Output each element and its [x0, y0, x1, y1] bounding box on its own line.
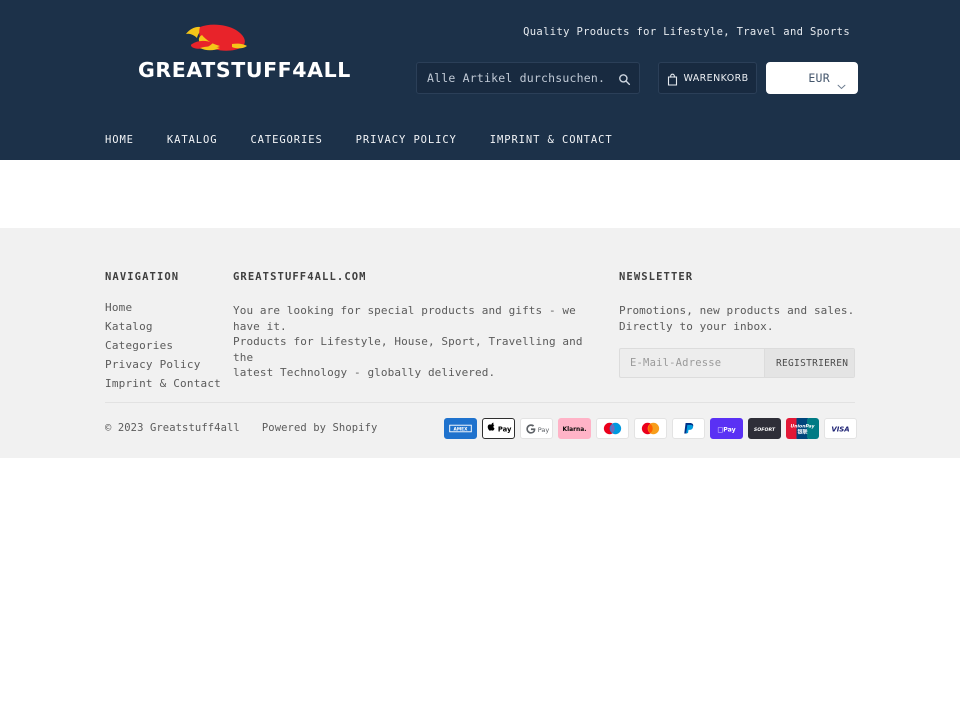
american-express-icon: AMEX [444, 418, 477, 439]
shop-pay-icon: □Pay [710, 418, 743, 439]
nav-item-categories[interactable]: CATEGORIES [250, 134, 322, 146]
footer-newsletter-column: NEWSLETTER Promotions, new products and … [619, 271, 859, 378]
search-box[interactable] [416, 62, 640, 94]
footer-link-home[interactable]: Home [105, 301, 225, 314]
powered-by-shopify-link[interactable]: Powered by Shopify [262, 422, 378, 434]
nav-item-katalog[interactable]: KATALOG [167, 134, 218, 146]
footer-link-imprint-contact[interactable]: Imprint & Contact [105, 377, 225, 390]
apple-pay-icon: Pay [482, 418, 515, 439]
svg-text:□Pay: □Pay [717, 426, 735, 433]
svg-text:银联: 银联 [796, 429, 807, 436]
site-logo[interactable]: GREATSTUFF4ALL [138, 22, 350, 92]
cart-label: WARENKORB [683, 72, 749, 84]
union-pay-icon: UnionPay 银联 [786, 418, 819, 439]
newsletter-submit-button[interactable]: REGISTRIEREN [764, 349, 854, 377]
footer-newsletter-title: NEWSLETTER [619, 271, 694, 283]
nav-item-imprint-contact[interactable]: IMPRINT & CONTACT [490, 134, 613, 146]
logo-wordmark: GREATSTUFF4ALL [138, 58, 351, 82]
maestro-icon [596, 418, 629, 439]
cart-button[interactable]: WARENKORB [658, 62, 757, 94]
svg-text:VISA: VISA [831, 426, 849, 434]
svg-text:SOFORT: SOFORT [754, 427, 776, 433]
nav-item-privacy-policy[interactable]: PRIVACY POLICY [356, 134, 457, 146]
footer-link-katalog[interactable]: Katalog [105, 320, 225, 333]
sofort-icon: SOFORT [748, 418, 781, 439]
footer-about-text: You are looking for special products and… [233, 304, 583, 379]
footer-link-privacy-policy[interactable]: Privacy Policy [105, 358, 225, 371]
footer-about-title: GREATSTUFF4ALL.COM [233, 271, 367, 283]
footer-navigation-column: NAVIGATION Home Katalog Categories Priva… [105, 271, 225, 390]
header-tagline: Quality Products for Lifestyle, Travel a… [523, 26, 850, 38]
search-icon[interactable] [615, 70, 633, 88]
paypal-icon [672, 418, 705, 439]
chevron-down-icon [837, 75, 846, 90]
footer-navigation-links: Home Katalog Categories Privacy Policy I… [105, 301, 225, 390]
nav-list: HOME KATALOG CATEGORIES PRIVACY POLICY I… [105, 120, 613, 160]
footer-navigation-title: NAVIGATION [105, 271, 180, 283]
currency-selector[interactable]: EUR [766, 62, 858, 94]
flame-swoosh-logo-icon [180, 22, 258, 56]
nav-item-home[interactable]: HOME [105, 134, 134, 146]
mastercard-icon [634, 418, 667, 439]
footer-link-categories[interactable]: Categories [105, 339, 225, 352]
payment-methods: AMEX Pay Pay Klarna. □Pay SOFORT UnionPa… [444, 418, 857, 439]
search-input[interactable] [427, 63, 607, 93]
copyright-text: © 2023 Greatstuff4all [105, 422, 240, 434]
shopping-bag-icon [667, 71, 678, 86]
page-content-area [0, 160, 960, 228]
svg-text:AMEX: AMEX [454, 426, 469, 432]
header-top: GREATSTUFF4ALL Quality Products for Life… [0, 0, 960, 120]
newsletter-email-input[interactable] [620, 349, 764, 377]
svg-text:Klarna.: Klarna. [563, 427, 587, 433]
currency-label: EUR [808, 71, 830, 85]
klarna-icon: Klarna. [558, 418, 591, 439]
site-footer: NAVIGATION Home Katalog Categories Priva… [0, 228, 960, 458]
site-header: GREATSTUFF4ALL Quality Products for Life… [0, 0, 960, 160]
svg-text:Pay: Pay [538, 426, 550, 434]
footer-divider [105, 402, 855, 403]
footer-about-column: GREATSTUFF4ALL.COM You are looking for s… [233, 271, 605, 381]
footer-newsletter-text: Promotions, new products and sales. Dire… [619, 304, 855, 333]
footer-copyright: © 2023 Greatstuff4all Powered by Shopify [105, 422, 377, 434]
svg-text:UnionPay: UnionPay [790, 424, 815, 430]
footer-columns: NAVIGATION Home Katalog Categories Priva… [0, 228, 960, 396]
main-navigation: HOME KATALOG CATEGORIES PRIVACY POLICY I… [0, 120, 960, 160]
svg-text:Pay: Pay [498, 425, 512, 433]
visa-icon: VISA [824, 418, 857, 439]
footer-bottom-bar: © 2023 Greatstuff4all Powered by Shopify… [0, 402, 960, 458]
newsletter-form: REGISTRIEREN [619, 348, 855, 378]
google-pay-icon: Pay [520, 418, 553, 439]
